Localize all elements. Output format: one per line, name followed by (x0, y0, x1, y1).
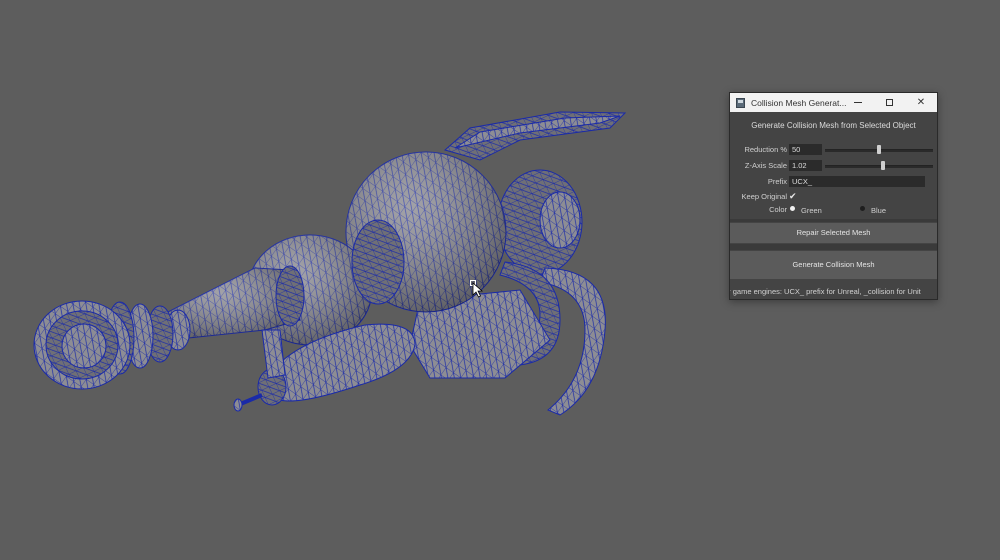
keep-original-checkbox[interactable]: ✔ (789, 191, 797, 202)
prefix-input[interactable] (789, 176, 925, 187)
zscale-slider-handle[interactable] (881, 161, 886, 170)
color-option-green-label: Green (801, 206, 822, 215)
minimize-button[interactable] (843, 93, 873, 112)
maximize-button[interactable] (874, 93, 904, 112)
window-titlebar[interactable]: Collision Mesh Generat... ✕ (730, 93, 937, 112)
prefix-label: Prefix (767, 177, 787, 186)
minimize-icon (854, 102, 862, 103)
zscale-slider-track[interactable] (825, 165, 933, 168)
mouse-cursor-icon (470, 280, 484, 298)
maximize-icon (885, 99, 893, 106)
color-label: Color (769, 205, 787, 214)
maya-window-icon (736, 97, 745, 108)
color-radio-blue[interactable] (860, 206, 865, 211)
keep-original-label: Keep Original (741, 192, 787, 201)
color-radio-green[interactable] (790, 206, 795, 211)
reduction-slider-handle[interactable] (877, 145, 881, 154)
repair-mesh-button[interactable]: Repair Selected Mesh (730, 223, 937, 243)
close-button[interactable]: ✕ (906, 93, 936, 112)
zscale-label: Z-Axis Scale (744, 161, 787, 170)
dialog-heading: Generate Collision Mesh from Selected Ob… (751, 121, 916, 130)
collision-mesh-generator-window[interactable]: Collision Mesh Generat... ✕ Generate Col… (729, 92, 938, 300)
reduction-input[interactable] (789, 144, 822, 155)
color-option-blue-label: Blue (871, 206, 887, 215)
reduction-label: Reduction % (744, 145, 787, 154)
generate-collision-button[interactable]: Generate Collision Mesh (730, 251, 937, 279)
zscale-input[interactable] (789, 160, 822, 171)
divider (730, 219, 937, 222)
close-icon: ✕ (916, 97, 926, 108)
raygun-wireframe-mesh[interactable] (33, 111, 627, 416)
divider (730, 244, 937, 250)
engine-hint-text: or game engines: UCX_ prefix for Unreal,… (729, 287, 921, 296)
